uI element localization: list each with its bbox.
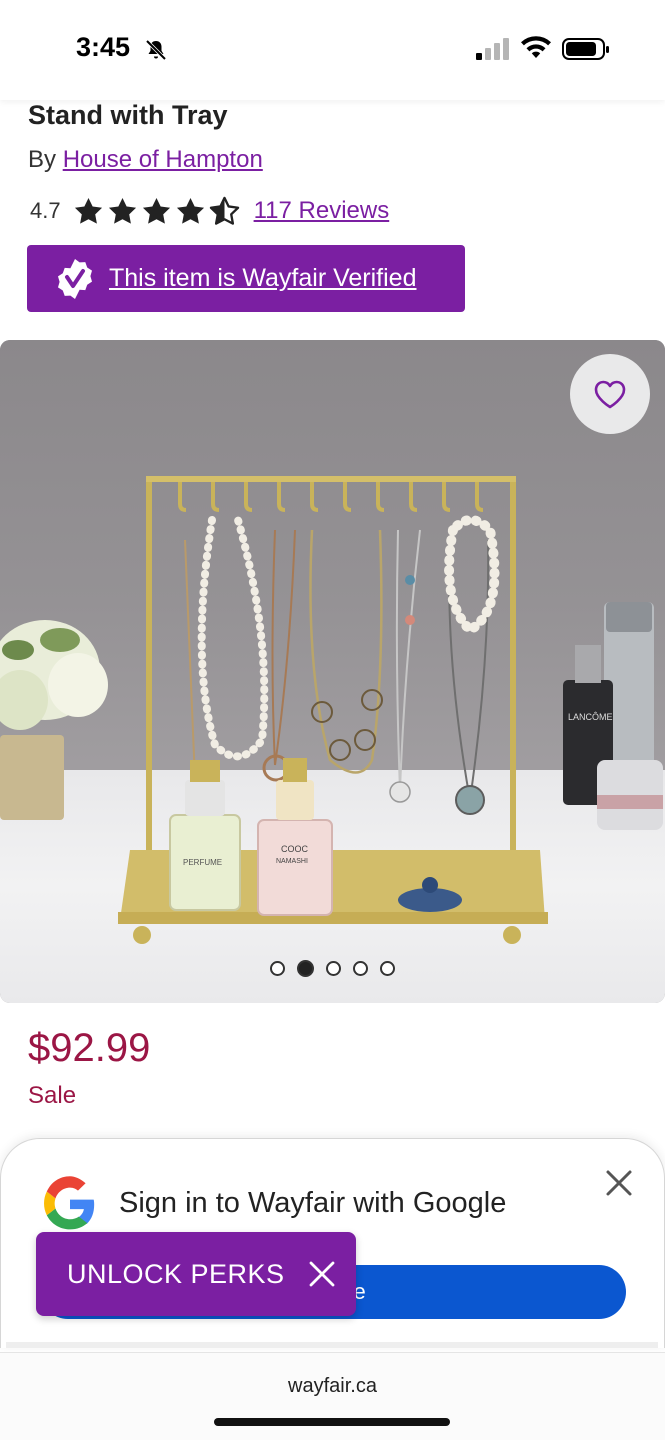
sheet-divider bbox=[6, 1342, 658, 1348]
carousel-dot[interactable] bbox=[380, 961, 395, 976]
wayfair-verified-banner[interactable]: This item is Wayfair Verified bbox=[27, 245, 465, 312]
star-full-icon bbox=[74, 197, 102, 224]
google-logo-icon bbox=[44, 1176, 95, 1230]
reviews-link[interactable]: 117 Reviews bbox=[254, 197, 390, 225]
brand-link[interactable]: House of Hampton bbox=[63, 146, 263, 173]
carousel-dot[interactable] bbox=[353, 961, 368, 976]
star-full-icon bbox=[176, 197, 204, 224]
price: $92.99 bbox=[28, 1026, 151, 1070]
perfume-label-3: NAMASHI bbox=[276, 858, 308, 865]
heart-icon bbox=[594, 380, 626, 409]
bell-muted-icon bbox=[145, 39, 167, 61]
wifi-icon bbox=[521, 36, 551, 58]
star-half-icon bbox=[209, 196, 239, 225]
cellular-signal-icon bbox=[476, 38, 509, 60]
unlock-perks-label: UNLOCK PERKS bbox=[67, 1258, 285, 1289]
browser-url-bar[interactable]: wayfair.ca bbox=[0, 1352, 665, 1440]
by-line: By House of Hampton bbox=[28, 146, 263, 174]
carousel-dot[interactable] bbox=[326, 961, 341, 976]
rating-value: 4.7 bbox=[30, 198, 61, 223]
carousel-dots bbox=[270, 960, 395, 977]
sale-label: Sale bbox=[28, 1082, 77, 1109]
perfume-label-1: PERFUME bbox=[183, 858, 222, 867]
wishlist-button[interactable] bbox=[570, 354, 650, 434]
perfume-label-lancome: LANCÔME bbox=[568, 712, 613, 722]
carousel-dot-active[interactable] bbox=[297, 960, 314, 977]
jewelry-stand-photo: LANCÔME PERFUME COOC NAMASHI bbox=[0, 476, 663, 944]
star-full-icon bbox=[142, 197, 170, 224]
home-indicator[interactable] bbox=[214, 1418, 450, 1426]
close-icon[interactable] bbox=[601, 1165, 637, 1201]
close-icon[interactable] bbox=[306, 1258, 338, 1290]
product-image[interactable]: LANCÔME PERFUME COOC NAMASHI bbox=[0, 340, 665, 1003]
status-bar: 3:45 bbox=[0, 0, 665, 100]
rating-row: 4.7 117 Reviews bbox=[30, 194, 389, 228]
perfume-label-2: COOC bbox=[281, 844, 309, 854]
star-rating bbox=[73, 196, 240, 227]
verified-badge-icon bbox=[58, 258, 92, 299]
url-text: wayfair.ca bbox=[288, 1375, 377, 1397]
status-time: 3:45 bbox=[76, 32, 131, 62]
by-prefix: By bbox=[28, 146, 63, 173]
google-signin-text: Sign in to Wayfair with Google bbox=[119, 1187, 507, 1219]
star-full-icon bbox=[108, 197, 136, 224]
product-title: Stand with Tray bbox=[28, 100, 228, 130]
carousel-dot[interactable] bbox=[270, 961, 285, 976]
unlock-perks-button[interactable]: UNLOCK PERKS bbox=[36, 1232, 356, 1316]
verified-text: This item is Wayfair Verified bbox=[109, 264, 417, 292]
battery-icon bbox=[562, 38, 609, 60]
